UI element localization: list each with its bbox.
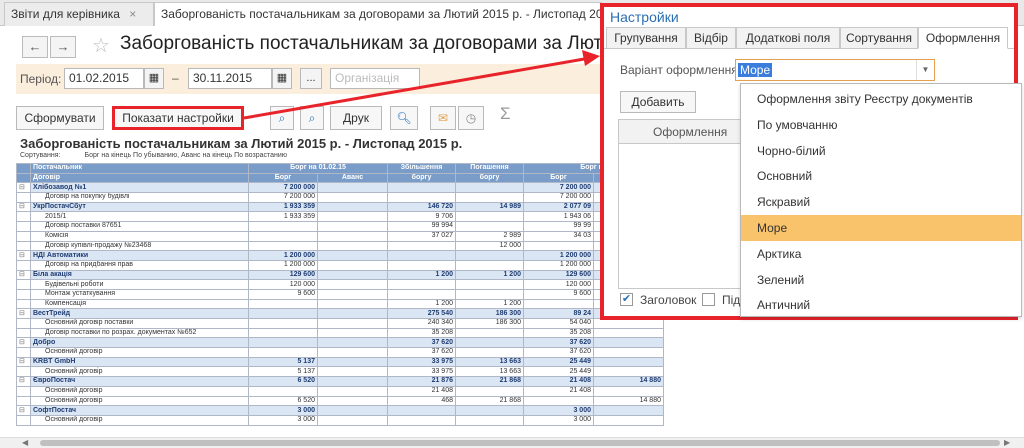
dropdown-option[interactable]: Основний bbox=[741, 163, 1021, 189]
dropdown-option[interactable]: Оформлення звіту Реєстру документів bbox=[741, 86, 1021, 112]
dropdown-option[interactable]: Море bbox=[741, 215, 1021, 241]
tab-extra-fields[interactable]: Додаткові поля bbox=[736, 27, 840, 49]
dropdown-option[interactable]: Яскравий bbox=[741, 189, 1021, 215]
variant-dropdown-list: Оформлення звіту Реєстру документів По ум… bbox=[740, 83, 1022, 317]
variant-select[interactable]: Море ▼ bbox=[735, 59, 935, 81]
sub-checkbox[interactable] bbox=[702, 293, 715, 306]
tab-appearance[interactable]: Оформлення bbox=[918, 27, 1008, 49]
dropdown-option[interactable]: Античний bbox=[741, 292, 1021, 318]
sub-checkbox-label: Під bbox=[722, 293, 741, 307]
dropdown-option[interactable]: Зелений bbox=[741, 267, 1021, 293]
add-button[interactable]: Добавить bbox=[620, 91, 696, 113]
title-checkbox[interactable]: ✔ bbox=[620, 293, 633, 306]
dropdown-option[interactable]: Арктика bbox=[741, 241, 1021, 267]
title-checkbox-label: Заголовок bbox=[640, 293, 697, 307]
dropdown-option[interactable]: Чорно-білий bbox=[741, 138, 1021, 164]
dropdown-option[interactable]: По умовчанню bbox=[741, 112, 1021, 138]
settings-title: Настройки bbox=[610, 9, 679, 25]
grid-header-label: Оформлення bbox=[653, 125, 728, 139]
tab-sorting[interactable]: Сортування bbox=[840, 27, 918, 49]
variant-value: Море bbox=[738, 63, 773, 77]
tab-filter[interactable]: Відбір bbox=[686, 27, 736, 49]
tab-grouping[interactable]: Групування bbox=[606, 27, 686, 49]
appearance-grid[interactable]: Оформлення bbox=[618, 119, 743, 289]
grid-header: Оформлення bbox=[619, 120, 742, 144]
settings-panel: Настройки Групування Відбір Додаткові по… bbox=[600, 3, 1022, 320]
chevron-down-icon[interactable]: ▼ bbox=[916, 60, 934, 80]
variant-label: Варіант оформлення: bbox=[620, 63, 742, 77]
